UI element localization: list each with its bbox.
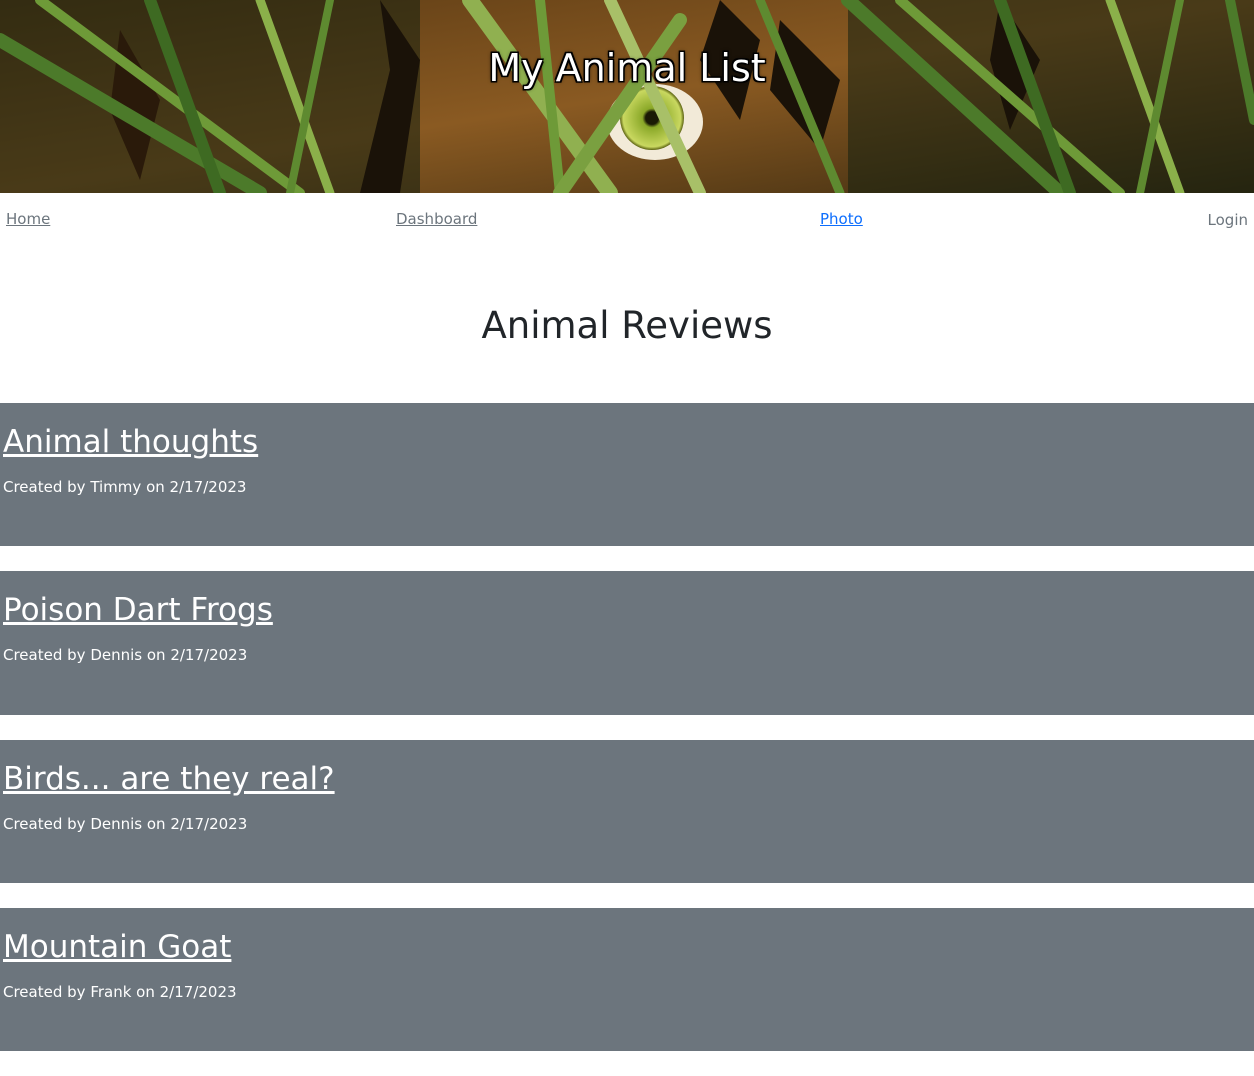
review-date: 2/17/2023: [169, 478, 247, 496]
review-card: Birds... are they real? Created by Denni…: [0, 740, 1254, 883]
review-card: Mountain Goat Created by Frank on 2/17/2…: [0, 908, 1254, 1051]
review-author: Dennis: [90, 646, 143, 664]
review-meta-on: on: [131, 983, 160, 1001]
main-nav: Home Dashboard Photo Login: [0, 193, 1254, 245]
review-meta-prefix: Created by: [3, 983, 91, 1001]
review-author: Frank: [90, 983, 132, 1001]
review-meta-on: on: [141, 478, 170, 496]
nav-link-login[interactable]: Login: [1208, 210, 1248, 230]
review-title-link[interactable]: Animal thoughts: [3, 422, 258, 462]
review-meta-prefix: Created by: [3, 478, 91, 496]
review-meta-prefix: Created by: [3, 815, 91, 833]
review-meta: Created by Dennis on 2/17/2023: [3, 645, 247, 665]
review-meta-on: on: [142, 815, 171, 833]
review-date: 2/17/2023: [170, 815, 248, 833]
review-card: Poison Dart Frogs Created by Dennis on 2…: [0, 571, 1254, 715]
review-meta-prefix: Created by: [3, 646, 91, 664]
review-list: Animal thoughts Created by Timmy on 2/17…: [0, 403, 1254, 1076]
site-title: My Animal List: [488, 46, 766, 90]
review-author: Dennis: [90, 815, 143, 833]
review-meta: Created by Frank on 2/17/2023: [3, 982, 237, 1002]
nav-link-dashboard[interactable]: Dashboard: [396, 209, 477, 229]
tiger-banner-image: [0, 0, 1254, 193]
review-date: 2/17/2023: [159, 983, 237, 1001]
review-meta: Created by Dennis on 2/17/2023: [3, 814, 247, 834]
review-title-link[interactable]: Birds... are they real?: [3, 759, 335, 799]
review-meta: Created by Timmy on 2/17/2023: [3, 477, 246, 497]
nav-link-photo[interactable]: Photo: [820, 209, 863, 229]
nav-link-home[interactable]: Home: [6, 209, 50, 229]
page-heading: Animal Reviews: [481, 304, 773, 347]
review-title-link[interactable]: Mountain Goat: [3, 927, 231, 967]
review-card: Animal thoughts Created by Timmy on 2/17…: [0, 403, 1254, 546]
review-meta-on: on: [142, 646, 171, 664]
review-author: Timmy: [90, 478, 142, 496]
review-date: 2/17/2023: [170, 646, 248, 664]
review-title-link[interactable]: Poison Dart Frogs: [3, 590, 273, 630]
header-banner: My Animal List: [0, 0, 1254, 193]
